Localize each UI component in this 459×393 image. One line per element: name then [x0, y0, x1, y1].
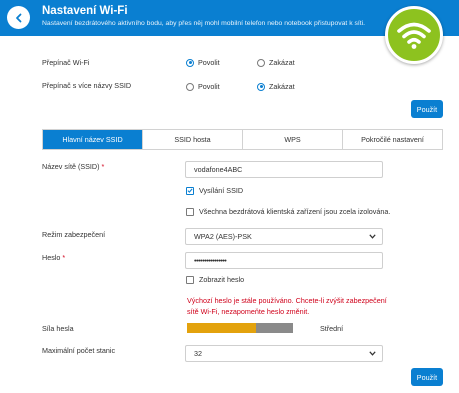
checkbox-box: [186, 207, 194, 216]
multi-ssid-label: Přepínač s více názvy SSID: [42, 81, 132, 90]
checkbox-label: Zobrazit heslo: [199, 275, 245, 284]
checkbox-label: Vysílání SSID: [199, 186, 244, 195]
radio-dot: [257, 82, 265, 91]
apply-button-bottom[interactable]: Použít: [411, 368, 443, 386]
password-strength-bar: [187, 323, 293, 333]
multi-ssid-enable-radio[interactable]: Povolit: [186, 82, 220, 91]
password-label-text: Heslo: [42, 253, 61, 262]
page-subtitle: Nastavení bezdrátového aktivního bodu, a…: [42, 20, 366, 27]
checkbox-label: Všechna bezdrátová klientská zařízení js…: [199, 207, 391, 216]
max-stations-value: 32: [194, 349, 202, 358]
security-mode-label: Režim zabezpečení: [42, 230, 106, 239]
wifi-disable-radio[interactable]: Zakázat: [257, 58, 295, 67]
chevron-down-icon: [369, 351, 376, 356]
tab-guest-ssid[interactable]: SSID hosta: [142, 130, 242, 149]
checkbox-box: [186, 186, 194, 195]
radio-dot: [186, 82, 194, 91]
max-stations-label: Maximální počet stanic: [42, 346, 116, 355]
security-mode-value: WPA2 (AES)-PSK: [194, 232, 252, 241]
password-label: Heslo *: [42, 253, 65, 262]
ssid-label-text: Název sítě (SSID): [42, 162, 100, 171]
checkmark-icon: [187, 188, 193, 193]
show-password-checkbox[interactable]: Zobrazit heslo: [186, 275, 244, 284]
chevron-down-icon: [369, 234, 376, 239]
wifi-badge: [385, 6, 443, 64]
back-button[interactable]: [7, 6, 30, 29]
radio-label: Zakázat: [269, 58, 295, 67]
tab-wps[interactable]: WPS: [242, 130, 342, 149]
tab-main-ssid[interactable]: Hlavní název SSID: [43, 130, 142, 149]
ssid-input[interactable]: vodafone4ABC: [185, 161, 383, 178]
ssid-label: Název sítě (SSID) *: [42, 162, 104, 171]
radio-label: Povolit: [198, 82, 220, 91]
password-strength-fill: [187, 323, 256, 333]
wifi-icon: [397, 22, 431, 49]
radio-dot: [186, 58, 194, 67]
apply-button-top[interactable]: Použít: [411, 100, 443, 118]
password-input[interactable]: ••••••••••••••••: [185, 252, 383, 269]
chevron-left-icon: [15, 13, 21, 22]
radio-label: Zakázat: [269, 82, 295, 91]
default-password-warning: Výchozí heslo je stále používáno. Chcete…: [187, 296, 387, 316]
radio-label: Povolit: [198, 58, 220, 67]
checkbox-box: [186, 275, 194, 284]
password-strength-label: Síla hesla: [42, 324, 74, 333]
password-value: ••••••••••••••••: [194, 256, 227, 265]
wifi-enable-radio[interactable]: Povolit: [186, 58, 220, 67]
required-mark: *: [101, 162, 105, 171]
tab-bar: Hlavní název SSID SSID hosta WPS Pokroči…: [42, 129, 443, 150]
max-stations-select[interactable]: 32: [185, 345, 383, 362]
radio-dot: [257, 58, 265, 67]
page-title: Nastavení Wi-Fi: [42, 5, 128, 17]
broadcast-ssid-checkbox[interactable]: Vysílání SSID: [186, 186, 243, 195]
ssid-value: vodafone4ABC: [194, 165, 243, 174]
wifi-switch-label: Přepínač Wi-Fi: [42, 58, 90, 67]
password-strength-text: Střední: [320, 324, 344, 333]
client-isolation-checkbox[interactable]: Všechna bezdrátová klientská zařízení js…: [186, 207, 390, 216]
tab-advanced[interactable]: Pokročilé nastavení: [342, 130, 442, 149]
security-mode-select[interactable]: WPA2 (AES)-PSK: [185, 228, 383, 245]
multi-ssid-disable-radio[interactable]: Zakázat: [257, 82, 295, 91]
required-mark: *: [62, 253, 66, 262]
